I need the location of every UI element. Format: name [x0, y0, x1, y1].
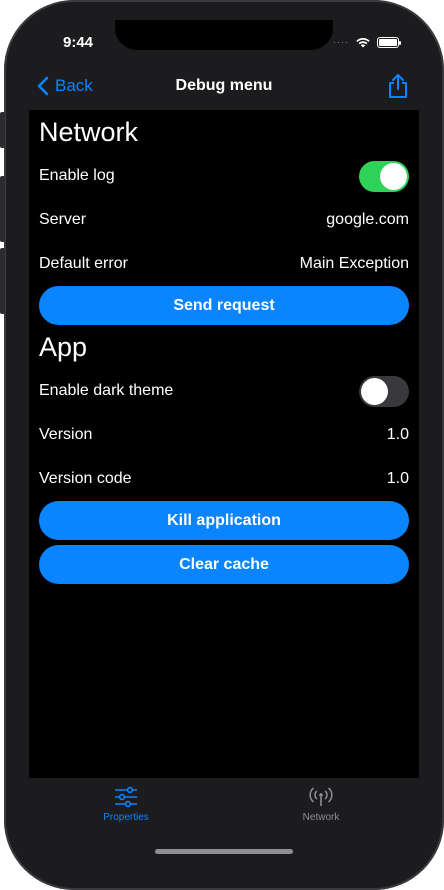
enable-log-toggle[interactable]: [359, 160, 409, 192]
screen: 9:44 ···· Back Debug menu Network Enable…: [29, 20, 419, 864]
share-button[interactable]: [387, 73, 409, 104]
version-code-label: Version code: [39, 470, 132, 487]
sliders-icon: [115, 786, 137, 808]
tab-network[interactable]: Network: [271, 786, 371, 823]
version-row: Version 1.0: [29, 413, 419, 457]
version-label: Version: [39, 426, 93, 443]
wifi-icon: [356, 37, 370, 48]
app-section-title: App: [39, 332, 88, 362]
network-section-title: Network: [39, 117, 139, 147]
tab-properties[interactable]: Properties: [76, 786, 176, 823]
dark-theme-toggle[interactable]: [359, 375, 409, 407]
cellular-icon: ····: [333, 37, 349, 47]
navigation-bar: Back Debug menu: [29, 64, 419, 110]
server-label: Server: [39, 211, 87, 228]
version-value: 1.0: [386, 426, 409, 443]
tab-properties-label: Properties: [103, 812, 149, 823]
kill-application-button[interactable]: Kill application: [39, 501, 409, 540]
default-error-row: Default error Main Exception: [29, 242, 419, 286]
page-title: Debug menu: [175, 77, 273, 94]
share-icon: [389, 74, 407, 98]
dark-theme-row: Enable dark theme: [29, 369, 419, 413]
version-code-row: Version code 1.0: [29, 457, 419, 501]
antenna-icon: [309, 787, 333, 806]
send-request-button[interactable]: Send request: [39, 286, 409, 325]
volume-up-button: [0, 176, 5, 242]
volume-down-button: [0, 248, 5, 314]
home-indicator: [155, 849, 293, 854]
status-time: 9:44: [63, 34, 94, 51]
server-value: google.com: [326, 211, 409, 228]
default-error-value: Main Exception: [299, 255, 409, 272]
tab-network-label: Network: [302, 812, 340, 823]
battery-icon: [377, 36, 401, 48]
version-code-value: 1.0: [386, 470, 409, 487]
enable-log-label: Enable log: [39, 167, 115, 184]
tab-bar: Properties Network: [29, 778, 419, 864]
status-bar: 9:44 ····: [29, 20, 419, 64]
content: Network Enable log Server google.com Def…: [29, 110, 419, 584]
status-icons: ····: [333, 36, 401, 48]
mute-switch: [0, 112, 5, 148]
notch: [115, 20, 333, 50]
dark-theme-label: Enable dark theme: [39, 382, 174, 399]
server-row: Server google.com: [29, 198, 419, 242]
clear-cache-button[interactable]: Clear cache: [39, 545, 409, 584]
default-error-label: Default error: [39, 255, 128, 272]
enable-log-row: Enable log: [29, 154, 419, 198]
